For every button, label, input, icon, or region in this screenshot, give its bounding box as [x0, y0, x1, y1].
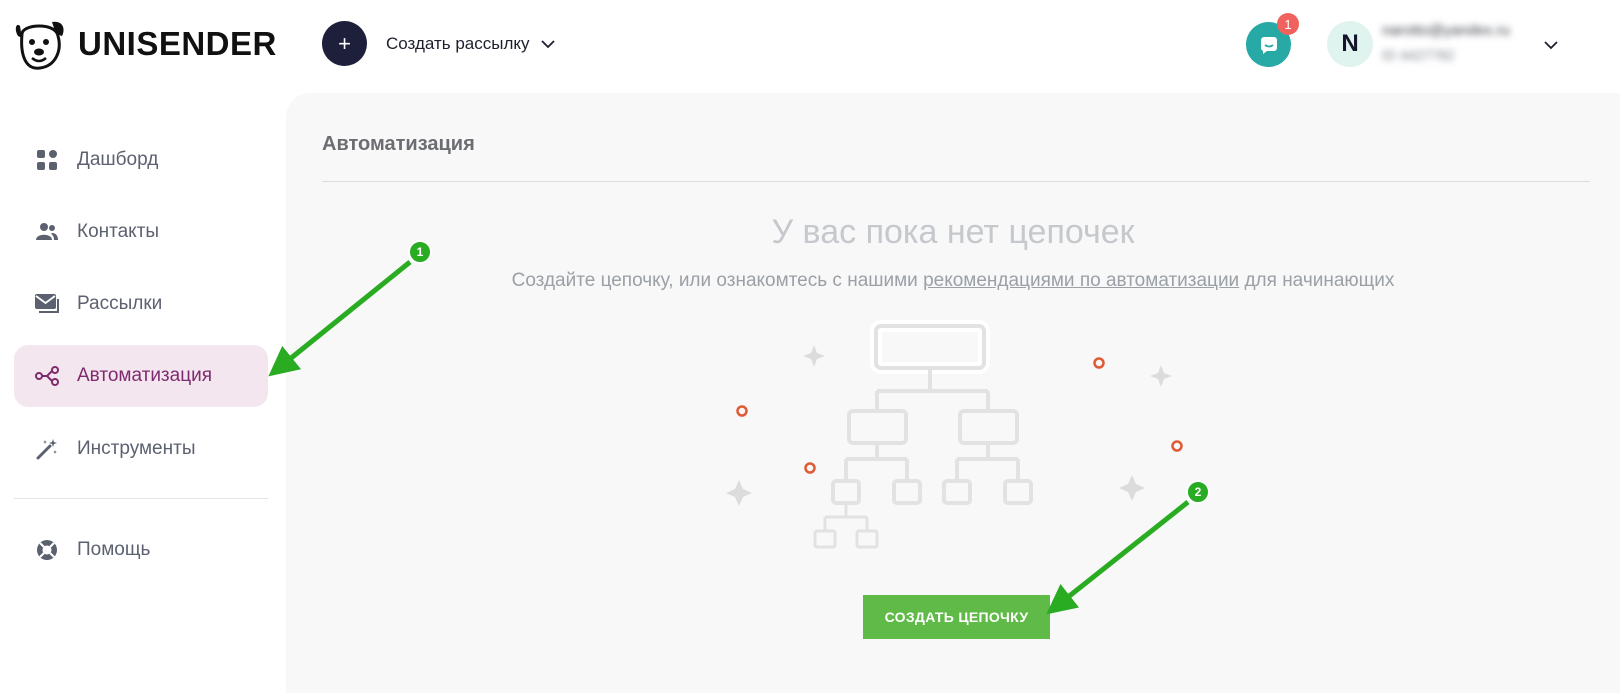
sidebar-item-mailings[interactable]: Рассылки: [14, 273, 268, 335]
account-email: narotto@yandex.ru: [1382, 22, 1510, 39]
sidebar-item-dashboard[interactable]: Дашборд: [14, 129, 268, 191]
mail-icon: [34, 291, 60, 317]
main-panel: Автоматизация У вас пока нет цепочек Соз…: [286, 93, 1620, 693]
lifebuoy-icon: [34, 537, 60, 563]
sidebar-item-label: Помощь: [77, 539, 151, 560]
chevron-down-icon[interactable]: [1542, 36, 1560, 54]
sidebar-item-label: Дашборд: [77, 149, 159, 170]
sidebar-item-label: Инструменты: [77, 438, 196, 459]
step-marker-1: 1: [408, 240, 432, 264]
sidebar-item-contacts[interactable]: Контакты: [14, 201, 268, 263]
flowchart-illustration: [813, 320, 1033, 549]
automation-flow-icon: [34, 363, 60, 389]
dashboard-grid-icon: [34, 147, 60, 173]
sidebar-item-automation[interactable]: Автоматизация: [14, 345, 268, 407]
create-mailing-label: Создать рассылку: [386, 33, 530, 53]
create-mailing-menu[interactable]: + Создать рассылку: [322, 21, 556, 66]
brand-name: UNISENDER: [78, 25, 277, 62]
brand-logo[interactable]: UNISENDER: [12, 16, 277, 72]
people-icon: [34, 219, 60, 245]
sidebar-item-help[interactable]: Помощь: [14, 519, 268, 581]
step-marker-2: 2: [1186, 480, 1210, 504]
sidebar-divider: [14, 498, 268, 499]
sidebar-item-tools[interactable]: Инструменты: [14, 418, 268, 480]
notification-badge: 1: [1277, 13, 1299, 35]
magic-wand-icon: [34, 436, 60, 462]
account-info[interactable]: narotto@yandex.ru ID 4427782: [1382, 22, 1537, 63]
sidebar-item-label: Контакты: [77, 221, 160, 242]
sidebar-item-label: Рассылки: [77, 293, 163, 314]
avatar[interactable]: N: [1327, 21, 1373, 67]
chat-icon: [1260, 36, 1277, 54]
dog-logo-icon: [15, 21, 64, 70]
plus-icon[interactable]: +: [322, 21, 367, 66]
create-chain-button[interactable]: СОЗДАТЬ ЦЕПОЧКУ: [863, 595, 1050, 639]
sidebar-item-label: Автоматизация: [77, 365, 212, 386]
account-id: ID 4427782: [1382, 47, 1455, 63]
app-root: UNISENDER + Создать рассылку 1 N narotto…: [0, 0, 1620, 693]
chevron-down-icon: [540, 39, 555, 48]
